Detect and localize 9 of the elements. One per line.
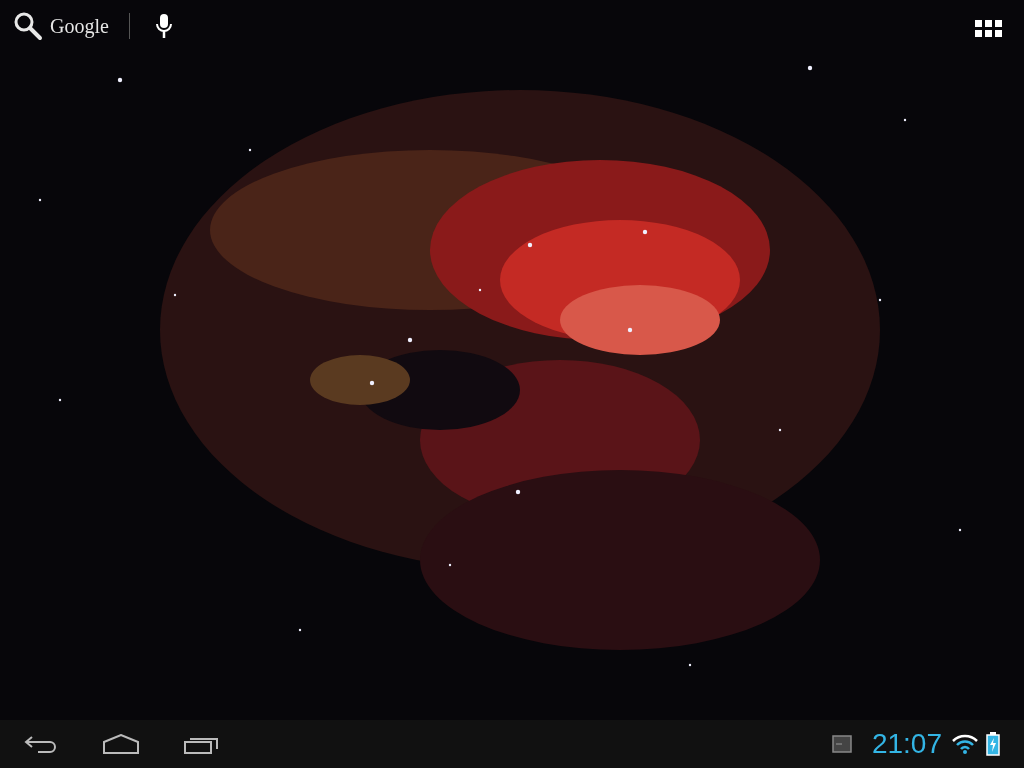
- back-icon[interactable]: [24, 734, 58, 754]
- wifi-icon: [952, 734, 978, 754]
- microphone-icon[interactable]: [153, 13, 174, 39]
- screenshot-notification-icon[interactable]: [831, 735, 852, 753]
- clock-time: 21:07: [871, 727, 942, 761]
- home-icon[interactable]: [102, 734, 140, 754]
- app-grid-icon[interactable]: [975, 20, 1002, 37]
- search-icon[interactable]: [12, 10, 44, 42]
- google-search-label[interactable]: Google: [50, 11, 109, 41]
